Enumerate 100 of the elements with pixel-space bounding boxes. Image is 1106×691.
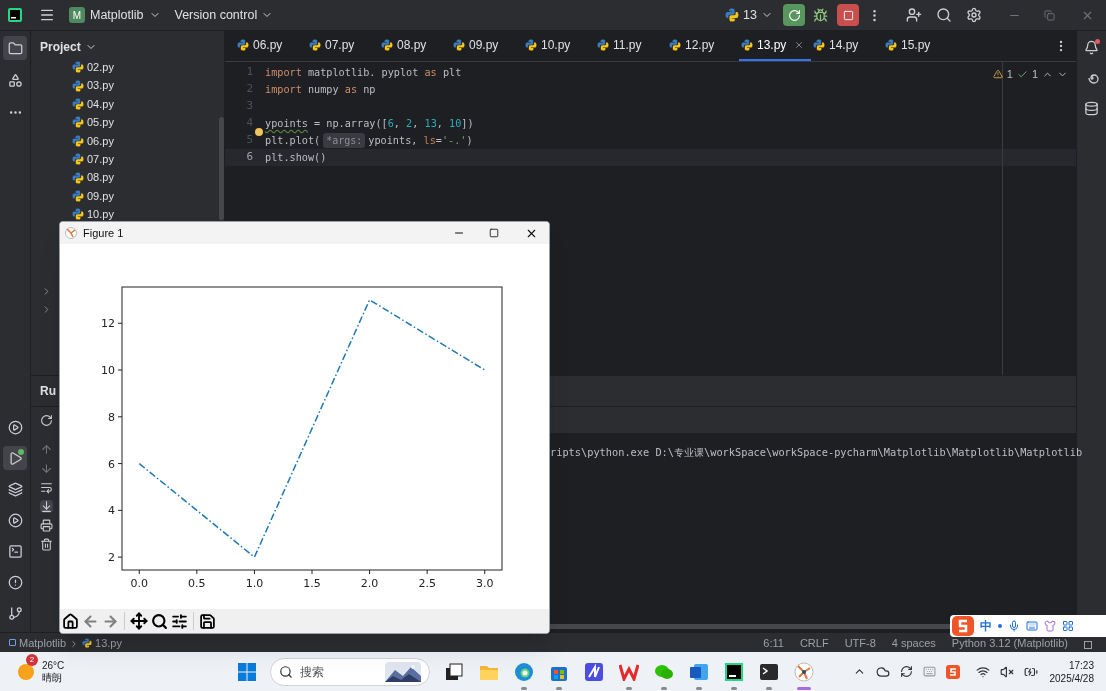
- ide-logo-icon[interactable]: [8, 8, 22, 22]
- search-icon[interactable]: [936, 7, 952, 23]
- weather-condition[interactable]: 晴朗: [42, 671, 65, 684]
- scroll-to-end-icon[interactable]: [39, 500, 53, 513]
- rerun-button[interactable]: [783, 4, 805, 26]
- browser-icon[interactable]: [514, 661, 535, 682]
- file-tree-item[interactable]: 07.py: [72, 149, 114, 169]
- file-tree-item[interactable]: 08.py: [72, 168, 114, 187]
- python-file-icon: [72, 208, 84, 221]
- code-text: ypoints, ls='-.'): [368, 133, 473, 148]
- search-placeholder: 搜索: [300, 663, 325, 681]
- sogou-logo-icon[interactable]: [952, 616, 974, 636]
- soft-wrap-icon[interactable]: [39, 481, 53, 494]
- file-tree-item[interactable]: 04.py: [72, 94, 114, 114]
- lock-icon[interactable]: [1084, 641, 1092, 649]
- search-field[interactable]: 搜索: [270, 657, 431, 686]
- file-tree-item[interactable]: 09.py: [72, 186, 114, 206]
- folder-icon[interactable]: [3, 36, 27, 60]
- stop-icon: [842, 9, 854, 21]
- stop-button[interactable]: [837, 4, 859, 26]
- file-tree-item[interactable]: 06.py: [72, 131, 114, 150]
- editor-tab[interactable]: 11.py: [595, 31, 667, 61]
- sogou-icon[interactable]: [945, 664, 960, 679]
- tick-label: 6: [108, 457, 115, 471]
- home-icon[interactable]: [62, 612, 79, 630]
- clock[interactable]: 17:23 2025/4/28: [1049, 658, 1094, 685]
- editor-tab[interactable]: 08.py: [379, 31, 451, 61]
- tick-label: 12: [101, 317, 115, 331]
- warning-icon[interactable]: [992, 69, 1003, 80]
- editor-tab[interactable]: 06.py: [235, 31, 307, 61]
- trash-icon[interactable]: [39, 538, 53, 551]
- scrollbar[interactable]: [219, 117, 224, 220]
- notifications-icon[interactable]: [1084, 40, 1099, 55]
- vcs-menu[interactable]: Version control: [174, 5, 274, 25]
- toolbox-icon[interactable]: [1062, 620, 1074, 632]
- windows-logo-icon[interactable]: [237, 661, 258, 682]
- run-icon[interactable]: [3, 446, 27, 470]
- cloud-icon[interactable]: [875, 664, 890, 679]
- run-config[interactable]: 13: [725, 5, 773, 25]
- task-view-icon[interactable]: [445, 662, 464, 681]
- rerun-icon[interactable]: [40, 413, 53, 427]
- temperature[interactable]: 26°C: [42, 659, 65, 672]
- database-icon[interactable]: [1084, 101, 1099, 116]
- settings-icon[interactable]: [966, 7, 982, 23]
- tick-label: 2.5: [418, 577, 436, 590]
- debug-icon[interactable]: [813, 7, 828, 23]
- mute-icon[interactable]: [999, 664, 1014, 679]
- editor-tab[interactable]: 14.py: [811, 31, 883, 61]
- status-item[interactable]: 6:11: [763, 634, 784, 651]
- sync-icon[interactable]: [899, 665, 913, 678]
- code-text: import matplotlib. pyplot as plt: [265, 65, 462, 80]
- zoom-icon[interactable]: [151, 612, 168, 630]
- breadcrumb[interactable]: 13.py: [82, 634, 122, 651]
- status-item[interactable]: Python 3.12 (Matplotlib): [951, 634, 1068, 651]
- word-icon[interactable]: [689, 661, 710, 682]
- skin-icon[interactable]: [1044, 620, 1056, 632]
- status-item[interactable]: CRLF: [799, 634, 829, 651]
- wps-icon[interactable]: [619, 662, 640, 681]
- status-item[interactable]: UTF-8: [844, 634, 876, 651]
- status-item[interactable]: 4 spaces: [891, 634, 936, 651]
- editor-tab[interactable]: 12.py: [667, 31, 739, 61]
- chart-app-icon[interactable]: [794, 661, 815, 682]
- file-tree-item[interactable]: 10.py: [72, 205, 114, 224]
- python-file-icon: [72, 189, 84, 202]
- terminal-icon[interactable]: [759, 662, 780, 681]
- editor-tab[interactable]: 15.py: [883, 31, 955, 61]
- running-indicator: [731, 686, 738, 690]
- breadcrumb[interactable]: Matplotlib: [9, 634, 67, 651]
- punctuation-icon[interactable]: [998, 624, 1002, 628]
- save-icon[interactable]: [199, 612, 216, 630]
- editor-tab[interactable]: 09.py: [451, 31, 523, 61]
- tick-label: 10: [101, 364, 115, 378]
- maximize-icon[interactable]: [489, 228, 499, 238]
- print-icon[interactable]: [39, 519, 53, 532]
- app-icon[interactable]: [584, 661, 605, 682]
- lightbulb-icon[interactable]: [255, 128, 263, 136]
- editor-tab[interactable]: 07.py: [307, 31, 379, 61]
- up-arrow-icon[interactable]: [39, 443, 53, 456]
- project-switcher[interactable]: M Matplotlib: [69, 5, 161, 25]
- project-view-selector[interactable]: Project: [40, 37, 97, 56]
- check-icon[interactable]: [1016, 68, 1028, 80]
- chat-icon[interactable]: [654, 662, 675, 681]
- menu-icon[interactable]: [39, 7, 55, 23]
- input-mode-toggle[interactable]: 中: [980, 617, 992, 635]
- file-tree-item[interactable]: 02.py: [72, 58, 114, 77]
- wifi-icon[interactable]: [975, 664, 990, 679]
- microphone-icon[interactable]: [1008, 620, 1020, 632]
- pycharm-icon[interactable]: [724, 661, 745, 682]
- python-file-icon: [309, 39, 321, 51]
- sliders-icon[interactable]: [171, 612, 188, 630]
- editor-tab[interactable]: 10.py: [523, 31, 595, 61]
- sun-icon[interactable]: [16, 661, 36, 682]
- file-tree-item[interactable]: 05.py: [72, 113, 114, 132]
- file-tree-item[interactable]: 03.py: [72, 76, 114, 95]
- editor-tab[interactable]: 13.py: [739, 31, 811, 61]
- keyboard-icon[interactable]: [1026, 620, 1038, 632]
- add-user-icon[interactable]: [906, 7, 922, 23]
- down-arrow-icon[interactable]: [39, 462, 53, 475]
- pan-icon[interactable]: [130, 612, 148, 630]
- running-indicator: [766, 686, 773, 690]
